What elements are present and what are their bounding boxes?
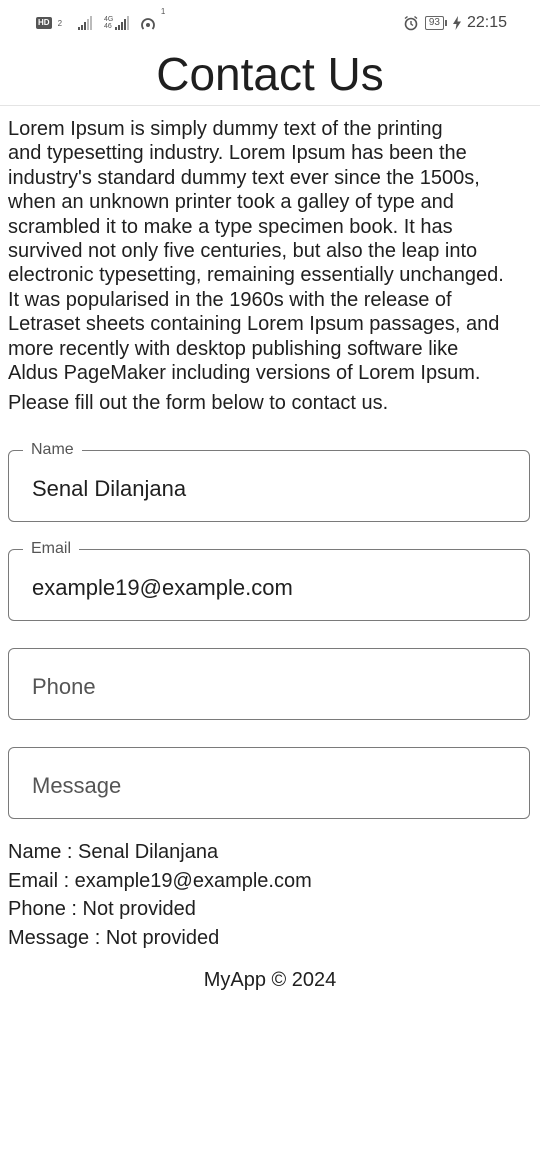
name-field-label: Name bbox=[23, 440, 82, 460]
name-field-value: Senal Dilanjana bbox=[32, 476, 187, 501]
network-sub: 46 bbox=[104, 23, 112, 30]
status-bar-left: HD 2 4G 46 1 bbox=[36, 7, 165, 32]
charging-icon bbox=[452, 16, 461, 30]
email-field[interactable]: Email example19@example.com bbox=[8, 539, 530, 621]
summary-name: Name : Senal Dilanjana bbox=[8, 841, 219, 863]
signal-icon bbox=[78, 16, 93, 30]
footer-copyright: MyApp © 2024 bbox=[203, 969, 337, 991]
email-field-value: example19@example.com bbox=[32, 575, 293, 600]
signal-4g-icon: 4G 46 bbox=[104, 16, 113, 30]
alarm-icon bbox=[403, 15, 419, 31]
email-field-label: Email bbox=[23, 539, 80, 559]
submission-summary: Name : Senal Dilanjana Email : example19… bbox=[8, 838, 312, 952]
hd-badge: HD bbox=[36, 17, 52, 29]
hotspot-icon: 1 bbox=[139, 7, 165, 31]
signal-bars-icon bbox=[115, 16, 130, 30]
sim-slot: 2 bbox=[57, 18, 63, 28]
app-header: Contact Us bbox=[0, 44, 540, 106]
name-field[interactable]: Name Senal Dilanjana bbox=[8, 440, 530, 522]
clock: 22:15 bbox=[466, 14, 507, 31]
message-field-placeholder: Message bbox=[32, 773, 122, 798]
status-bar: HD 2 4G 46 1 93 22:15 bbox=[0, 0, 540, 44]
status-bar-right: 93 22:15 bbox=[403, 12, 507, 34]
summary-email: Email : example19@example.com bbox=[8, 869, 312, 892]
hotspot-count: 1 bbox=[160, 7, 166, 16]
phone-field[interactable]: Phone bbox=[8, 648, 530, 720]
summary-phone: Phone : Not provided bbox=[8, 898, 196, 921]
page-title: Contact Us bbox=[156, 48, 384, 100]
battery-icon: 93 bbox=[424, 16, 447, 30]
intro-paragraph: Lorem Ipsum is simply dummy text of the … bbox=[8, 118, 504, 385]
form-prompt: Please fill out the form below to contac… bbox=[8, 392, 389, 414]
network-type: 4G bbox=[104, 16, 114, 23]
phone-field-placeholder: Phone bbox=[32, 674, 96, 699]
message-field[interactable]: Message bbox=[8, 747, 530, 819]
summary-message: Message : Not provided bbox=[8, 926, 220, 949]
battery-level: 93 bbox=[424, 16, 444, 30]
